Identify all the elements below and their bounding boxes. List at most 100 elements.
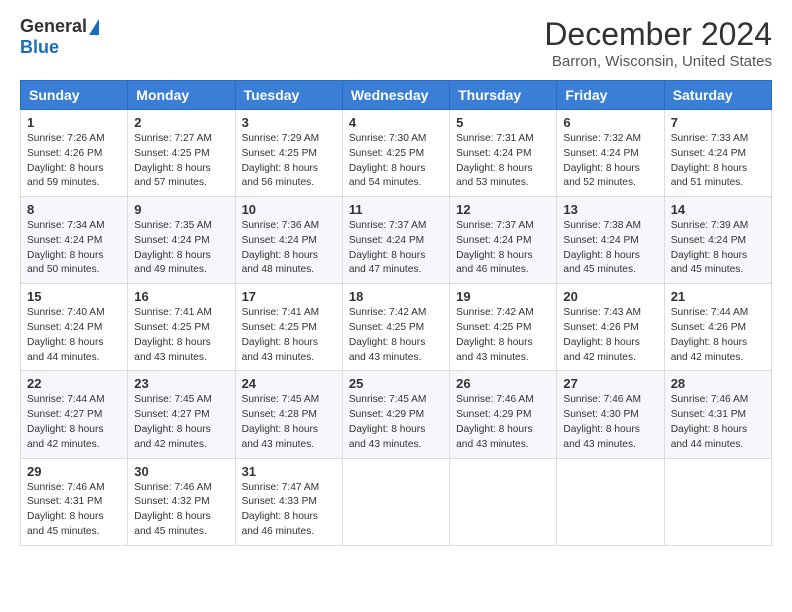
calendar-week-4: 22 Sunrise: 7:44 AMSunset: 4:27 PMDaylig…	[21, 371, 772, 458]
calendar-cell: 11 Sunrise: 7:37 AMSunset: 4:24 PMDaylig…	[342, 197, 449, 284]
calendar-cell: 30 Sunrise: 7:46 AMSunset: 4:32 PMDaylig…	[128, 458, 235, 545]
logo-general-text: General	[20, 16, 87, 37]
day-info: Sunrise: 7:46 AMSunset: 4:31 PMDaylight:…	[671, 394, 749, 449]
day-info: Sunrise: 7:37 AMSunset: 4:24 PMDaylight:…	[456, 220, 534, 275]
day-info: Sunrise: 7:46 AMSunset: 4:29 PMDaylight:…	[456, 394, 534, 449]
day-info: Sunrise: 7:32 AMSunset: 4:24 PMDaylight:…	[563, 133, 641, 188]
day-info: Sunrise: 7:40 AMSunset: 4:24 PMDaylight:…	[27, 307, 105, 362]
day-info: Sunrise: 7:46 AMSunset: 4:30 PMDaylight:…	[563, 394, 641, 449]
column-header-wednesday: Wednesday	[342, 81, 449, 110]
calendar-cell: 22 Sunrise: 7:44 AMSunset: 4:27 PMDaylig…	[21, 371, 128, 458]
calendar-week-1: 1 Sunrise: 7:26 AMSunset: 4:26 PMDayligh…	[21, 110, 772, 197]
calendar-cell: 26 Sunrise: 7:46 AMSunset: 4:29 PMDaylig…	[450, 371, 557, 458]
day-number: 20	[563, 289, 657, 304]
day-info: Sunrise: 7:42 AMSunset: 4:25 PMDaylight:…	[456, 307, 534, 362]
calendar-cell: 25 Sunrise: 7:45 AMSunset: 4:29 PMDaylig…	[342, 371, 449, 458]
column-header-sunday: Sunday	[21, 81, 128, 110]
day-info: Sunrise: 7:43 AMSunset: 4:26 PMDaylight:…	[563, 307, 641, 362]
day-number: 16	[134, 289, 228, 304]
day-number: 7	[671, 115, 765, 130]
calendar-cell	[450, 458, 557, 545]
logo: General Blue	[20, 16, 99, 58]
day-number: 1	[27, 115, 121, 130]
day-number: 9	[134, 202, 228, 217]
calendar-cell: 6 Sunrise: 7:32 AMSunset: 4:24 PMDayligh…	[557, 110, 664, 197]
day-info: Sunrise: 7:33 AMSunset: 4:24 PMDaylight:…	[671, 133, 749, 188]
column-header-tuesday: Tuesday	[235, 81, 342, 110]
calendar-cell: 24 Sunrise: 7:45 AMSunset: 4:28 PMDaylig…	[235, 371, 342, 458]
day-number: 18	[349, 289, 443, 304]
day-info: Sunrise: 7:37 AMSunset: 4:24 PMDaylight:…	[349, 220, 427, 275]
day-number: 12	[456, 202, 550, 217]
calendar-cell: 8 Sunrise: 7:34 AMSunset: 4:24 PMDayligh…	[21, 197, 128, 284]
calendar-cell: 4 Sunrise: 7:30 AMSunset: 4:25 PMDayligh…	[342, 110, 449, 197]
day-info: Sunrise: 7:36 AMSunset: 4:24 PMDaylight:…	[242, 220, 320, 275]
page-title: December 2024	[544, 16, 772, 53]
calendar-cell: 21 Sunrise: 7:44 AMSunset: 4:26 PMDaylig…	[664, 284, 771, 371]
day-number: 21	[671, 289, 765, 304]
calendar-week-5: 29 Sunrise: 7:46 AMSunset: 4:31 PMDaylig…	[21, 458, 772, 545]
calendar-header-row: SundayMondayTuesdayWednesdayThursdayFrid…	[21, 81, 772, 110]
day-number: 22	[27, 376, 121, 391]
calendar-cell: 28 Sunrise: 7:46 AMSunset: 4:31 PMDaylig…	[664, 371, 771, 458]
day-info: Sunrise: 7:34 AMSunset: 4:24 PMDaylight:…	[27, 220, 105, 275]
day-number: 13	[563, 202, 657, 217]
calendar-cell: 27 Sunrise: 7:46 AMSunset: 4:30 PMDaylig…	[557, 371, 664, 458]
day-number: 28	[671, 376, 765, 391]
day-info: Sunrise: 7:44 AMSunset: 4:26 PMDaylight:…	[671, 307, 749, 362]
day-number: 29	[27, 464, 121, 479]
day-info: Sunrise: 7:41 AMSunset: 4:25 PMDaylight:…	[242, 307, 320, 362]
day-info: Sunrise: 7:42 AMSunset: 4:25 PMDaylight:…	[349, 307, 427, 362]
day-number: 30	[134, 464, 228, 479]
title-area: December 2024 Barron, Wisconsin, United …	[544, 16, 772, 70]
calendar-cell: 14 Sunrise: 7:39 AMSunset: 4:24 PMDaylig…	[664, 197, 771, 284]
calendar-cell: 23 Sunrise: 7:45 AMSunset: 4:27 PMDaylig…	[128, 371, 235, 458]
calendar-cell	[342, 458, 449, 545]
calendar-cell: 29 Sunrise: 7:46 AMSunset: 4:31 PMDaylig…	[21, 458, 128, 545]
calendar-cell: 13 Sunrise: 7:38 AMSunset: 4:24 PMDaylig…	[557, 197, 664, 284]
logo-blue-text: Blue	[20, 37, 59, 58]
logo-triangle-icon	[89, 19, 99, 35]
day-info: Sunrise: 7:41 AMSunset: 4:25 PMDaylight:…	[134, 307, 212, 362]
day-info: Sunrise: 7:26 AMSunset: 4:26 PMDaylight:…	[27, 133, 105, 188]
column-header-saturday: Saturday	[664, 81, 771, 110]
calendar-cell: 20 Sunrise: 7:43 AMSunset: 4:26 PMDaylig…	[557, 284, 664, 371]
day-info: Sunrise: 7:27 AMSunset: 4:25 PMDaylight:…	[134, 133, 212, 188]
calendar-cell: 17 Sunrise: 7:41 AMSunset: 4:25 PMDaylig…	[235, 284, 342, 371]
day-info: Sunrise: 7:39 AMSunset: 4:24 PMDaylight:…	[671, 220, 749, 275]
day-info: Sunrise: 7:45 AMSunset: 4:27 PMDaylight:…	[134, 394, 212, 449]
day-number: 5	[456, 115, 550, 130]
day-number: 4	[349, 115, 443, 130]
calendar-cell: 15 Sunrise: 7:40 AMSunset: 4:24 PMDaylig…	[21, 284, 128, 371]
day-number: 24	[242, 376, 336, 391]
calendar-cell: 12 Sunrise: 7:37 AMSunset: 4:24 PMDaylig…	[450, 197, 557, 284]
calendar-cell: 18 Sunrise: 7:42 AMSunset: 4:25 PMDaylig…	[342, 284, 449, 371]
day-number: 14	[671, 202, 765, 217]
day-number: 10	[242, 202, 336, 217]
column-header-friday: Friday	[557, 81, 664, 110]
day-number: 25	[349, 376, 443, 391]
calendar-cell: 10 Sunrise: 7:36 AMSunset: 4:24 PMDaylig…	[235, 197, 342, 284]
day-info: Sunrise: 7:31 AMSunset: 4:24 PMDaylight:…	[456, 133, 534, 188]
day-info: Sunrise: 7:47 AMSunset: 4:33 PMDaylight:…	[242, 482, 320, 537]
day-number: 26	[456, 376, 550, 391]
page-subtitle: Barron, Wisconsin, United States	[544, 53, 772, 70]
calendar-table: SundayMondayTuesdayWednesdayThursdayFrid…	[20, 80, 772, 546]
column-header-monday: Monday	[128, 81, 235, 110]
day-number: 31	[242, 464, 336, 479]
day-number: 3	[242, 115, 336, 130]
day-info: Sunrise: 7:45 AMSunset: 4:29 PMDaylight:…	[349, 394, 427, 449]
day-info: Sunrise: 7:29 AMSunset: 4:25 PMDaylight:…	[242, 133, 320, 188]
calendar-cell	[664, 458, 771, 545]
day-number: 17	[242, 289, 336, 304]
calendar-cell: 7 Sunrise: 7:33 AMSunset: 4:24 PMDayligh…	[664, 110, 771, 197]
calendar-cell: 16 Sunrise: 7:41 AMSunset: 4:25 PMDaylig…	[128, 284, 235, 371]
day-number: 6	[563, 115, 657, 130]
day-number: 8	[27, 202, 121, 217]
column-header-thursday: Thursday	[450, 81, 557, 110]
day-info: Sunrise: 7:46 AMSunset: 4:31 PMDaylight:…	[27, 482, 105, 537]
day-info: Sunrise: 7:35 AMSunset: 4:24 PMDaylight:…	[134, 220, 212, 275]
calendar-cell: 5 Sunrise: 7:31 AMSunset: 4:24 PMDayligh…	[450, 110, 557, 197]
calendar-cell: 3 Sunrise: 7:29 AMSunset: 4:25 PMDayligh…	[235, 110, 342, 197]
calendar-week-2: 8 Sunrise: 7:34 AMSunset: 4:24 PMDayligh…	[21, 197, 772, 284]
